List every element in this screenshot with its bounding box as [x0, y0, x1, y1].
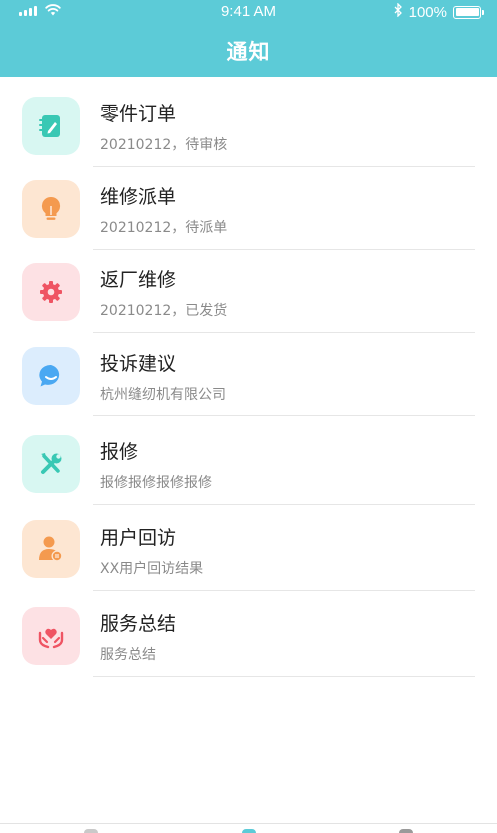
divider	[93, 676, 475, 677]
divider	[93, 249, 475, 250]
item-title: 维修派单	[100, 186, 177, 208]
tab-profile-icon[interactable]	[399, 829, 413, 833]
heart-hands-icon	[38, 628, 64, 649]
icon-tile	[22, 607, 80, 665]
item-title: 返厂维修	[100, 269, 177, 291]
item-subtitle: XX用户回访结果	[100, 561, 204, 577]
item-subtitle: 报修报修报修报修	[100, 475, 212, 491]
divider	[93, 590, 475, 591]
item-subtitle: 20210212，待派单	[100, 220, 228, 236]
icon-tile	[22, 263, 80, 321]
notification-item-complaints[interactable]: 投诉建议 杭州缝纫机有限公司	[0, 334, 497, 416]
item-subtitle: 杭州缝纫机有限公司	[100, 387, 226, 403]
user-feedback-icon	[39, 536, 63, 562]
tools-icon	[41, 453, 62, 474]
divider	[93, 504, 475, 505]
notification-item-factory-return[interactable]: 返厂维修 20210212，已发货	[0, 251, 497, 333]
item-title: 投诉建议	[100, 353, 177, 375]
item-subtitle: 20210212，已发货	[100, 303, 228, 319]
lightbulb-icon	[41, 196, 61, 220]
icon-tile	[22, 180, 80, 238]
item-subtitle: 20210212，待审核	[100, 137, 228, 153]
gear-icon	[40, 281, 62, 303]
icon-tile	[22, 347, 80, 405]
battery-icon	[453, 5, 484, 19]
battery-status: 100%	[394, 2, 484, 21]
item-title: 用户回访	[100, 527, 177, 549]
divider	[93, 166, 475, 167]
notification-item-user-followup[interactable]: 用户回访 XX用户回访结果	[0, 506, 497, 592]
tab-notifications-icon[interactable]	[242, 829, 256, 833]
tab-home-icon[interactable]	[84, 829, 98, 833]
battery-percentage: 100%	[408, 3, 447, 21]
icon-tile	[22, 435, 80, 493]
battery-level	[455, 8, 479, 16]
notification-item-parts-order[interactable]: 零件订单 20210212，待审核	[0, 85, 497, 167]
bottom-tab-bar	[0, 823, 497, 833]
chat-bubble-icon	[39, 364, 60, 387]
status-bar: 9:41 AM 100%	[0, 0, 497, 24]
notifications-screen: 9:41 AM 100% 通知 零件订单 20210212，待审核 维修派单 2…	[0, 0, 497, 833]
bluetooth-icon	[394, 2, 403, 21]
icon-tile	[22, 520, 80, 578]
item-title: 服务总结	[100, 613, 177, 635]
notification-item-repair-request[interactable]: 报修 报修报修报修报修	[0, 417, 497, 505]
page-title: 通知	[226, 40, 271, 64]
notification-item-service-summary[interactable]: 服务总结 服务总结	[0, 592, 497, 678]
item-title: 报修	[100, 441, 139, 463]
divider	[93, 332, 475, 333]
divider	[93, 415, 475, 416]
edit-note-icon	[39, 115, 60, 137]
app-header: 9:41 AM 100% 通知	[0, 0, 497, 77]
item-subtitle: 服务总结	[100, 647, 156, 663]
icon-tile	[22, 97, 80, 155]
item-title: 零件订单	[100, 103, 177, 125]
notification-item-repair-dispatch[interactable]: 维修派单 20210212，待派单	[0, 168, 497, 250]
